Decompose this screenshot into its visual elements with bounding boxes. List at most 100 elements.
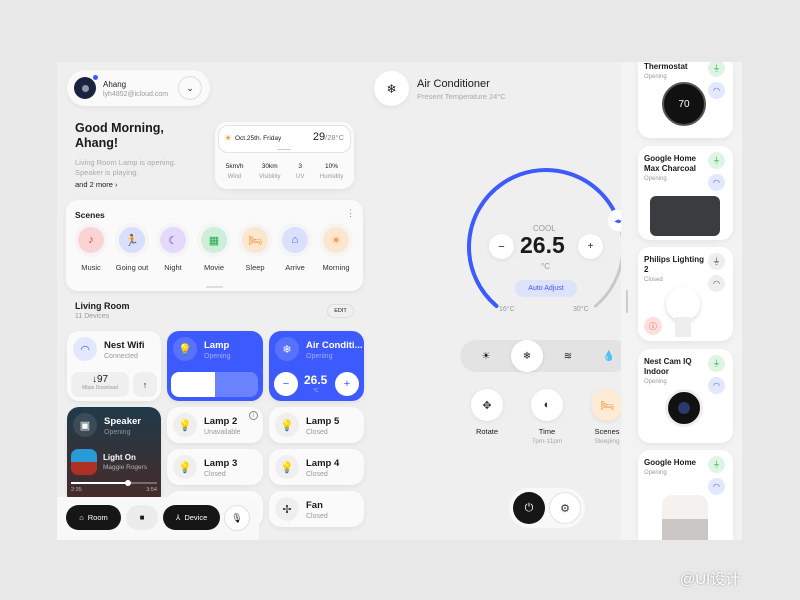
upload-arrow-icon[interactable]: ↑ xyxy=(133,372,157,397)
action-rotate[interactable]: ✥ Rotate xyxy=(467,389,507,438)
power-plug-icon[interactable]: ⏚ xyxy=(708,355,725,372)
scenes-title: Scenes xyxy=(75,210,105,220)
nav-device-button[interactable]: ⅄ Device xyxy=(163,505,220,530)
more-link[interactable]: and 2 more › xyxy=(75,180,118,189)
device-nest-wifi[interactable]: ◠ Nest Wifi Connected ↓97 Mbps Download ↑ xyxy=(67,331,161,401)
smart-home-app: Ahang lyh4852@icloud.com ⌄ Good Morning,… xyxy=(57,62,742,540)
power-plug-icon[interactable]: ⏚ xyxy=(708,456,725,473)
lamp-icon: 💡 xyxy=(173,455,197,479)
lamp-icon: 💡 xyxy=(275,413,299,437)
lamp-icon: 💡 xyxy=(173,413,197,437)
scene-icon: 🛏 xyxy=(242,227,268,253)
weather-stats: 5km/h Wind 30km Visibility 3 UV 10% Humidity xyxy=(225,163,344,180)
aircon-title: Air Conditioner xyxy=(417,78,490,90)
device-lamp-2[interactable]: 💡 Lamp 2 Unavailable i xyxy=(167,407,263,443)
device-fan[interactable]: ✢ Fan Closed xyxy=(269,491,364,527)
device-card[interactable]: Google Home Max Charcoal Opening ⏚ ◠ xyxy=(638,146,733,240)
room-device-count: 11 Devices xyxy=(75,313,110,320)
sun-icon: ☀ xyxy=(224,133,233,143)
device-card[interactable]: Nest Cam IQ Indoor Opening ⏚ ◠ xyxy=(638,349,733,443)
wifi-icon[interactable]: ◠ xyxy=(708,82,725,99)
decrease-button[interactable]: − xyxy=(274,372,298,396)
wifi-icon[interactable]: ◠ xyxy=(708,377,725,394)
bottom-nav: ⌂ Room ■ ⅄ Device 🎙 xyxy=(57,497,259,540)
action-time[interactable]: ◐ Time 7pm-11pm xyxy=(527,389,567,445)
scene-night[interactable]: ☾ Night xyxy=(154,227,192,272)
device-card[interactable]: Google Home Opening ⏚ ◠ xyxy=(638,450,733,540)
greeting-summary: Living Room Lamp is opening. Speaker is p… xyxy=(75,158,176,177)
ac-temp: 26.5 xyxy=(304,373,328,387)
speaker-image xyxy=(650,196,720,236)
device-card[interactable]: Thermostat Opening ⏚ ◠ 70 xyxy=(638,62,733,138)
scene-icon: ☾ xyxy=(160,227,186,253)
scene-morning[interactable]: ☀ Morning xyxy=(317,227,355,272)
more-vert-icon[interactable]: ⋮ xyxy=(346,208,355,219)
auto-adjust-button[interactable]: Auto Adjust xyxy=(515,280,577,297)
playback-progress[interactable] xyxy=(71,480,157,486)
profile-pill[interactable]: Ahang lyh4852@icloud.com ⌄ xyxy=(67,70,210,106)
device-air-conditioner[interactable]: ❄ Air Conditi... Opening − 26.5 °C + xyxy=(269,331,364,401)
info-icon[interactable]: i xyxy=(249,411,258,420)
lamp-icon: 💡 xyxy=(275,455,299,479)
song-artist: Maggie Rogers xyxy=(103,464,148,471)
device-list-panel: Thermostat Opening ⏚ ◠ 70 Google Home Max Cha… xyxy=(621,62,742,540)
increase-temp-button[interactable]: + xyxy=(578,234,603,259)
decrease-temp-button[interactable]: − xyxy=(489,234,514,259)
scene-icon: ▦ xyxy=(201,227,227,253)
home-icon: ⌂ xyxy=(79,513,84,522)
scene-movie[interactable]: ▦ Movie xyxy=(195,227,233,272)
min-temp-label: 16°C xyxy=(499,306,515,313)
wind-icon[interactable]: ≋ xyxy=(552,340,584,372)
device-speaker[interactable]: ▣ Speaker Opening Light On Maggie Rogers … xyxy=(67,407,161,507)
user-email: lyh4852@icloud.com xyxy=(103,91,169,98)
watermark: @UI设计 xyxy=(680,571,741,588)
alert-icon[interactable]: ⓘ xyxy=(644,317,662,335)
action-icon: ◐ xyxy=(531,389,563,421)
thermostat-image: 70 xyxy=(662,82,706,126)
device-card[interactable]: Philips Lighting 2 Closed ⏚ ◠ ⓘ xyxy=(638,247,733,341)
power-plug-icon[interactable]: ⏚ xyxy=(708,152,725,169)
settings-gear-icon[interactable]: ⚙ xyxy=(549,492,581,524)
online-dot xyxy=(93,75,98,80)
greeting-title: Good Morning, Ahang! xyxy=(75,121,164,150)
bulb-image xyxy=(666,287,700,321)
device-lamp-3[interactable]: 💡 Lamp 3 Closed xyxy=(167,449,263,485)
aircon-subtitle: Present Temperature 24°C xyxy=(417,92,506,101)
power-plug-icon[interactable]: ⏚ xyxy=(708,62,725,77)
room-title: Living Room xyxy=(75,301,130,311)
edit-button[interactable]: EDIT xyxy=(327,304,354,318)
device-tree-icon: ⅄ xyxy=(175,513,181,522)
chevron-down-icon[interactable]: ⌄ xyxy=(178,76,202,100)
device-lamp-4[interactable]: 💡 Lamp 4 Closed xyxy=(269,449,364,485)
wifi-icon[interactable]: ◠ xyxy=(708,275,725,292)
scene-icon: ⌂ xyxy=(282,227,308,253)
avatar xyxy=(74,77,96,99)
speaker-icon: ▣ xyxy=(73,413,97,437)
weather-range: /28°C xyxy=(325,133,344,142)
power-plug-icon[interactable]: ⏚ xyxy=(708,253,725,270)
scene-music[interactable]: ♪ Music xyxy=(72,227,110,272)
wifi-icon[interactable]: ◠ xyxy=(708,478,725,495)
aircon-temp: 26.5 xyxy=(520,232,565,258)
action-icon: 🛏 xyxy=(591,389,623,421)
device-lamp[interactable]: 💡 Lamp Opening xyxy=(167,331,263,401)
microphone-icon[interactable]: 🎙 xyxy=(224,505,250,531)
download-speed: ↓97 Mbps Download xyxy=(71,372,129,397)
sun-icon[interactable]: ☀ xyxy=(470,340,502,372)
camera-image xyxy=(665,389,703,427)
scene-going-out[interactable]: 🏃 Going out xyxy=(113,227,151,272)
scene-arrive[interactable]: ⌂ Arrive xyxy=(276,227,314,272)
scene-sleep[interactable]: 🛏 Sleep xyxy=(236,227,274,272)
panel-drag-handle[interactable] xyxy=(626,290,628,313)
brightness-slider[interactable] xyxy=(171,372,258,397)
power-icon[interactable]: ⏻ xyxy=(513,492,545,524)
snowflake-icon: ❄ xyxy=(374,71,409,106)
device-lamp-5[interactable]: 💡 Lamp 5 Closed xyxy=(269,407,364,443)
wifi-icon[interactable]: ◠ xyxy=(708,174,725,191)
camera-button[interactable]: ■ xyxy=(126,505,158,530)
scene-icon: 🏃 xyxy=(119,227,145,253)
mode-selector: ☀ ❄ ≋ 💧 xyxy=(460,340,630,372)
nav-room-button[interactable]: ⌂ Room xyxy=(66,505,121,530)
increase-button[interactable]: + xyxy=(335,372,359,396)
snowflake-icon[interactable]: ❄ xyxy=(511,340,543,372)
